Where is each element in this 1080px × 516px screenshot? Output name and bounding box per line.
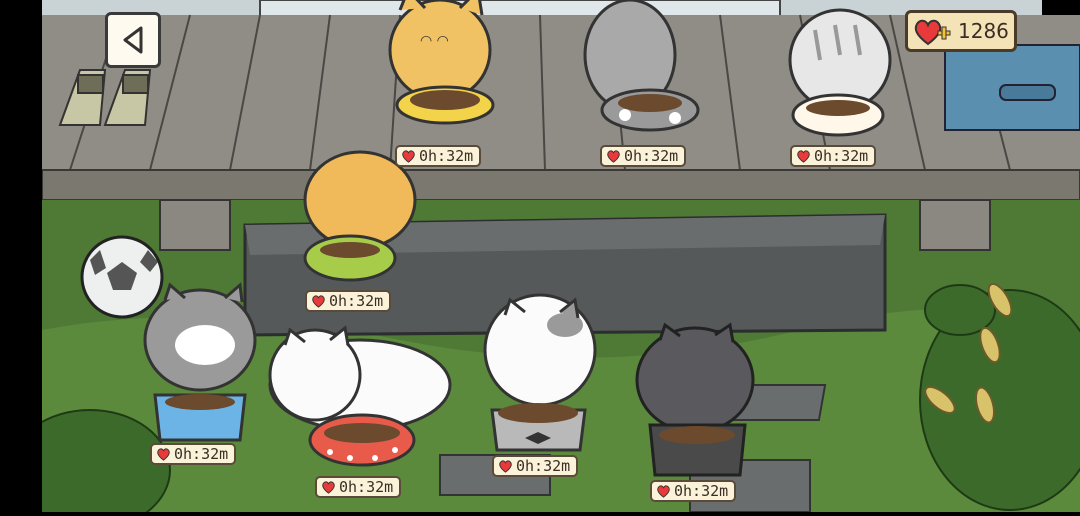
cat-spotted[interactable]	[480, 295, 595, 455]
heart-plus-icon	[914, 19, 951, 46]
heart-icon	[657, 484, 670, 498]
bowl-timer: 0h:32m	[790, 145, 877, 167]
bowl-timer: 0h:32m	[315, 476, 402, 498]
game-scene: ◠ ◠ 1286 0h:32m 0h:32m 0h:32m 0h:32m 0h:…	[0, 0, 1080, 516]
cat-silver-tabby[interactable]	[790, 0, 900, 135]
cat-orange-tabby[interactable]	[390, 0, 500, 130]
hearts-counter[interactable]: 1286	[905, 10, 1017, 52]
heart-icon	[797, 149, 810, 163]
heart-icon	[607, 149, 620, 163]
cat-white[interactable]	[265, 330, 455, 465]
heart-icon	[499, 459, 512, 473]
bowl-timer: 0h:32m	[492, 455, 579, 477]
cat-dark-gray[interactable]	[635, 320, 755, 475]
hearts-count: 1286	[958, 19, 1009, 43]
back-arrow-icon	[123, 26, 143, 54]
heart-icon	[322, 480, 335, 494]
bowl-timer: 0h:32m	[150, 443, 237, 465]
bowl-timer: 0h:32m	[650, 480, 737, 502]
heart-icon	[157, 447, 170, 461]
left-bezel	[0, 0, 42, 512]
cat-gray[interactable]	[580, 0, 690, 135]
heart-icon	[312, 294, 325, 308]
cat-orange[interactable]	[300, 150, 430, 280]
back-button[interactable]: back	[105, 12, 161, 68]
bowl-timer: 0h:32m	[600, 145, 687, 167]
bowl-timer: 0h:32m	[305, 290, 392, 312]
cat-gray-white[interactable]	[145, 285, 255, 440]
